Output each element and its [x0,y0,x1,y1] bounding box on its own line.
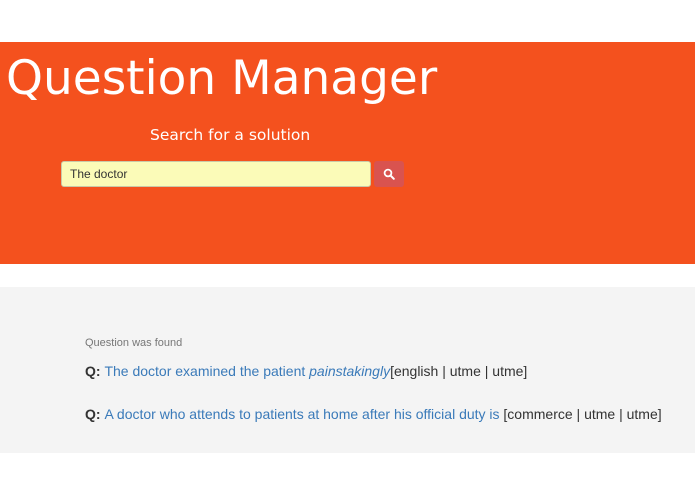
search-input[interactable] [61,161,371,187]
question-prefix: Q: [85,363,105,379]
question-emphasis: painstakingly [309,363,391,379]
page-title: Question Manager [6,51,438,106]
question-prefix: Q: [85,406,105,422]
question-text: A doctor who attends to patients at home… [104,406,500,422]
search-button[interactable] [374,161,404,187]
question-text: The doctor examined the patient [104,363,310,379]
question-link[interactable]: A doctor who attends to patients at home… [104,406,499,422]
question-tags: [commerce | utme | utme] [499,406,662,422]
result-status: Question was found [85,337,183,349]
hero-banner: Question Manager Search for a solution [0,42,695,264]
result-item: Q: A doctor who attends to patients at h… [85,406,662,422]
search-subtitle: Search for a solution [150,126,311,144]
results-panel: Question was found Q: The doctor examine… [0,287,695,453]
question-link[interactable]: The doctor examined the patient painstak… [104,363,390,379]
page: Question Manager Search for a solution Q… [0,0,695,494]
question-tags: [english | utme | utme] [390,363,528,379]
search-icon [383,168,395,180]
result-item: Q: The doctor examined the patient pains… [85,363,527,379]
